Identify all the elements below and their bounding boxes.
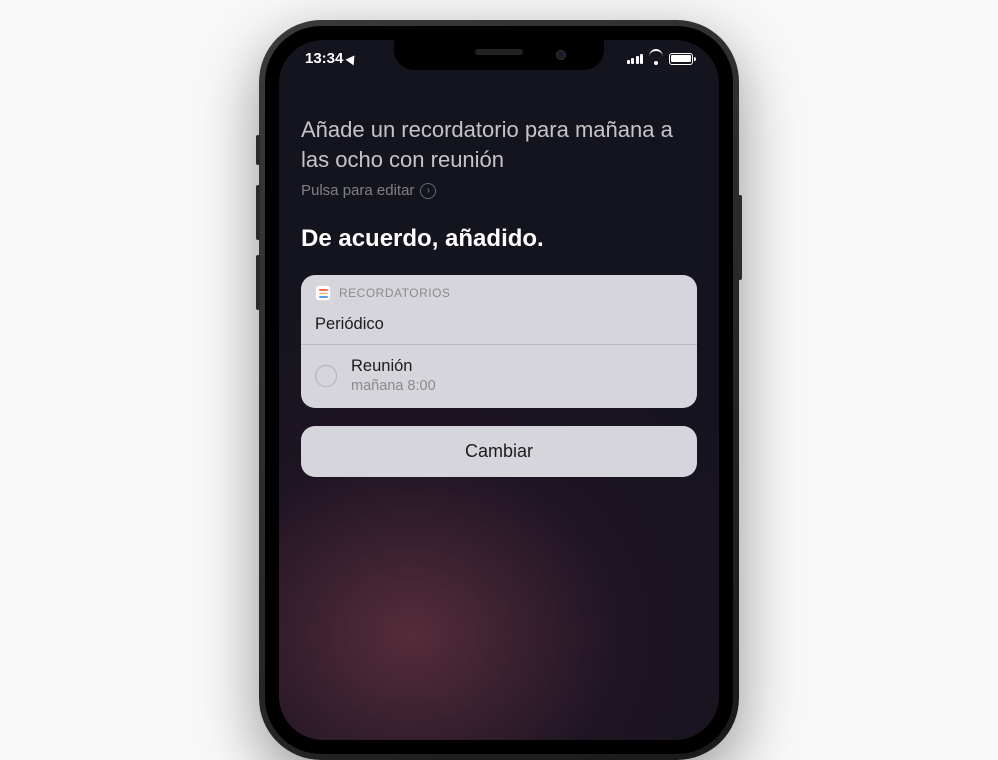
siri-user-request: Añade un recordatorio para mañana a las … (301, 115, 697, 174)
status-right (627, 50, 694, 67)
reminders-app-icon (315, 285, 331, 301)
siri-response: De acuerdo, añadido. (301, 225, 697, 253)
siri-content: Añade un recordatorio para mañana a las … (279, 40, 719, 477)
volume-up-button (256, 185, 260, 240)
card-header: RECORDATORIOS (301, 275, 697, 309)
status-time: 13:34 (305, 50, 343, 67)
power-button (738, 195, 742, 280)
speaker (475, 49, 523, 55)
reminder-subtitle: mañana 8:00 (351, 378, 436, 394)
volume-down-button (256, 255, 260, 310)
edit-hint-label: Pulsa para editar (301, 182, 414, 199)
phone-bezel: 13:34 Añade un recordatorio para mañana … (265, 26, 733, 754)
front-camera (556, 50, 566, 60)
card-app-label: RECORDATORIOS (339, 286, 450, 300)
phone-frame: 13:34 Añade un recordatorio para mañana … (259, 20, 739, 760)
battery-icon (669, 53, 693, 65)
notch (394, 40, 604, 70)
chevron-right-icon: › (420, 183, 436, 199)
location-icon (346, 52, 359, 65)
reminder-complete-radio[interactable] (315, 365, 337, 387)
tap-to-edit-button[interactable]: Pulsa para editar › (301, 182, 697, 199)
mute-switch (256, 135, 260, 165)
reminder-list-name: Periódico (301, 309, 697, 345)
status-left: 13:34 (305, 50, 357, 67)
reminder-title: Reunión (351, 357, 436, 376)
reminders-card[interactable]: RECORDATORIOS Periódico Reunión mañana 8… (301, 275, 697, 408)
cellular-signal-icon (627, 54, 644, 64)
change-button-label: Cambiar (465, 441, 533, 461)
reminder-text: Reunión mañana 8:00 (351, 357, 436, 394)
screen: 13:34 Añade un recordatorio para mañana … (279, 40, 719, 740)
reminder-item[interactable]: Reunión mañana 8:00 (301, 345, 697, 408)
change-button[interactable]: Cambiar (301, 426, 697, 477)
wifi-icon (648, 53, 664, 65)
